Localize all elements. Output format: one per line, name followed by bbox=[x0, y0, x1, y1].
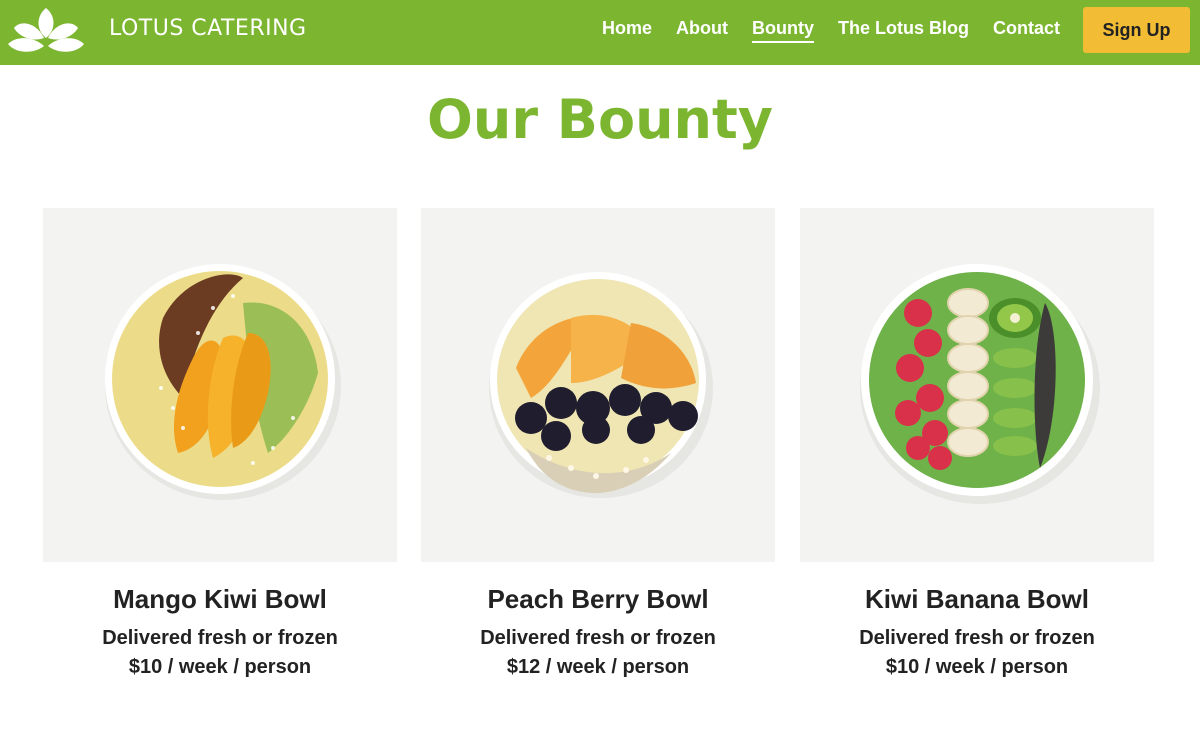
nav-contact[interactable]: Contact bbox=[993, 18, 1060, 43]
lotus-icon[interactable] bbox=[6, 6, 86, 54]
mango-kiwi-bowl-image bbox=[105, 264, 341, 500]
nav-home[interactable]: Home bbox=[602, 18, 652, 43]
product-card-mango-kiwi[interactable]: Mango Kiwi Bowl Delivered fresh or froze… bbox=[43, 208, 397, 679]
navbar: LOTUS CATERING Home About Bounty The Lot… bbox=[0, 0, 1200, 65]
nav-links: Home About Bounty The Lotus Blog Contact bbox=[602, 18, 1060, 43]
nav-about[interactable]: About bbox=[676, 18, 728, 43]
sign-up-button[interactable]: Sign Up bbox=[1083, 7, 1190, 53]
product-price: $12 / week / person bbox=[506, 656, 690, 678]
product-name[interactable]: Peach Berry Bowl bbox=[421, 584, 775, 615]
product-subtitle: Delivered fresh or frozen bbox=[480, 627, 716, 649]
product-name[interactable]: Mango Kiwi Bowl bbox=[43, 584, 397, 615]
product-subtitle: Delivered fresh or frozen bbox=[102, 627, 338, 649]
product-price: $10 / week / person bbox=[885, 656, 1069, 678]
peach-berry-bowl-image bbox=[489, 272, 713, 498]
product-image[interactable] bbox=[800, 208, 1154, 562]
product-image[interactable] bbox=[421, 208, 775, 562]
kiwi-banana-bowl-image bbox=[860, 264, 1100, 504]
product-price: $10 / week / person bbox=[128, 656, 312, 678]
product-card-peach-berry[interactable]: Peach Berry Bowl Delivered fresh or froz… bbox=[421, 208, 775, 679]
nav-blog[interactable]: The Lotus Blog bbox=[838, 18, 969, 43]
product-image[interactable] bbox=[43, 208, 397, 562]
brand-name[interactable]: LOTUS CATERING bbox=[109, 16, 307, 41]
product-subtitle: Delivered fresh or frozen bbox=[859, 627, 1095, 649]
product-name[interactable]: Kiwi Banana Bowl bbox=[800, 584, 1154, 615]
nav-bounty[interactable]: Bounty bbox=[752, 18, 815, 43]
page-title: Our Bounty bbox=[427, 88, 773, 151]
product-card-kiwi-banana[interactable]: Kiwi Banana Bowl Delivered fresh or froz… bbox=[800, 208, 1154, 679]
